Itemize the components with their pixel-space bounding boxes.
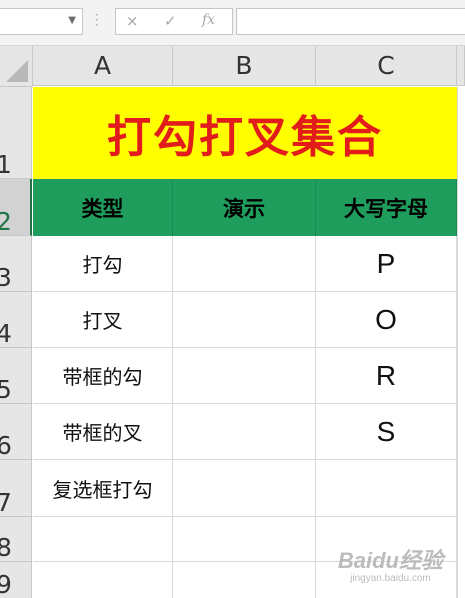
row-number: 7 (0, 490, 12, 516)
name-box[interactable]: ▼ (0, 8, 83, 35)
column-header-b[interactable]: B (173, 46, 316, 86)
enter-icon[interactable]: ✓ (164, 12, 177, 30)
cell-empty[interactable] (173, 562, 316, 598)
cell-empty[interactable] (173, 517, 316, 562)
column-header-a[interactable]: A (33, 46, 173, 86)
cancel-icon[interactable]: × (126, 12, 139, 30)
row-header-5[interactable]: 5 (0, 348, 32, 404)
cell-empty[interactable] (33, 517, 173, 562)
row-header-3[interactable]: 3 (0, 236, 32, 292)
cell-demo[interactable] (173, 460, 316, 517)
watermark-logo: Baidu经验 (337, 548, 443, 573)
row-number: 8 (0, 535, 12, 561)
chevron-down-icon[interactable]: ▼ (68, 15, 76, 26)
cell-letter[interactable]: R (316, 348, 457, 404)
grip-icon[interactable]: · · · (95, 9, 99, 31)
row-header-8[interactable]: 8 (0, 517, 32, 562)
header-cell-demo[interactable]: 演示 (173, 179, 316, 236)
formula-buttons: × ✓ fx (115, 8, 233, 35)
cell-demo[interactable] (173, 292, 316, 348)
formula-bar: ▼ · · · × ✓ fx (0, 0, 465, 46)
cell-letter[interactable]: P (316, 236, 457, 292)
cell-letter[interactable]: O (316, 292, 457, 348)
row-header-4[interactable]: 4 (0, 292, 32, 348)
select-all-triangle-icon (6, 60, 28, 82)
row-header-1[interactable]: 1 (0, 87, 32, 179)
row-header-7[interactable]: 7 (0, 460, 32, 517)
cell-demo[interactable] (173, 236, 316, 292)
cell-type[interactable]: 复选框打勾 (33, 460, 173, 517)
row-number: 6 (0, 433, 12, 459)
row-number: 3 (0, 265, 12, 291)
row-number: 4 (0, 321, 12, 347)
cell-type[interactable]: 打勾 (33, 236, 173, 292)
header-cell-type[interactable]: 类型 (33, 179, 173, 236)
cell-letter[interactable] (316, 460, 457, 517)
insert-function-icon[interactable]: fx (202, 12, 215, 28)
column-header-d[interactable] (457, 46, 465, 86)
select-all-button[interactable] (0, 46, 33, 87)
row-number: 9 (0, 572, 12, 598)
watermark-url: jingyan.baidu.com (350, 573, 431, 584)
header-cell-letter[interactable]: 大写字母 (316, 179, 457, 236)
cell-type[interactable]: 带框的叉 (33, 404, 173, 460)
watermark: Baidu经验 jingyan.baidu.com (338, 543, 443, 584)
cell-letter[interactable]: S (316, 404, 457, 460)
row-header-9[interactable]: 9 (0, 562, 32, 598)
row-number: 2 (0, 209, 12, 235)
cell-type[interactable]: 带框的勾 (33, 348, 173, 404)
column-d-edge[interactable] (457, 87, 465, 598)
row-header-2[interactable]: 2 (0, 179, 32, 236)
formula-input[interactable] (236, 8, 465, 35)
column-header-c[interactable]: C (316, 46, 457, 86)
cell-demo[interactable] (173, 348, 316, 404)
title-cell[interactable]: 打勾打叉集合 (33, 87, 458, 179)
row-number: 1 (0, 152, 12, 178)
cell-empty[interactable] (33, 562, 173, 598)
cell-demo[interactable] (173, 404, 316, 460)
row-header-6[interactable]: 6 (0, 404, 32, 460)
cell-type[interactable]: 打叉 (33, 292, 173, 348)
row-number: 5 (0, 377, 12, 403)
